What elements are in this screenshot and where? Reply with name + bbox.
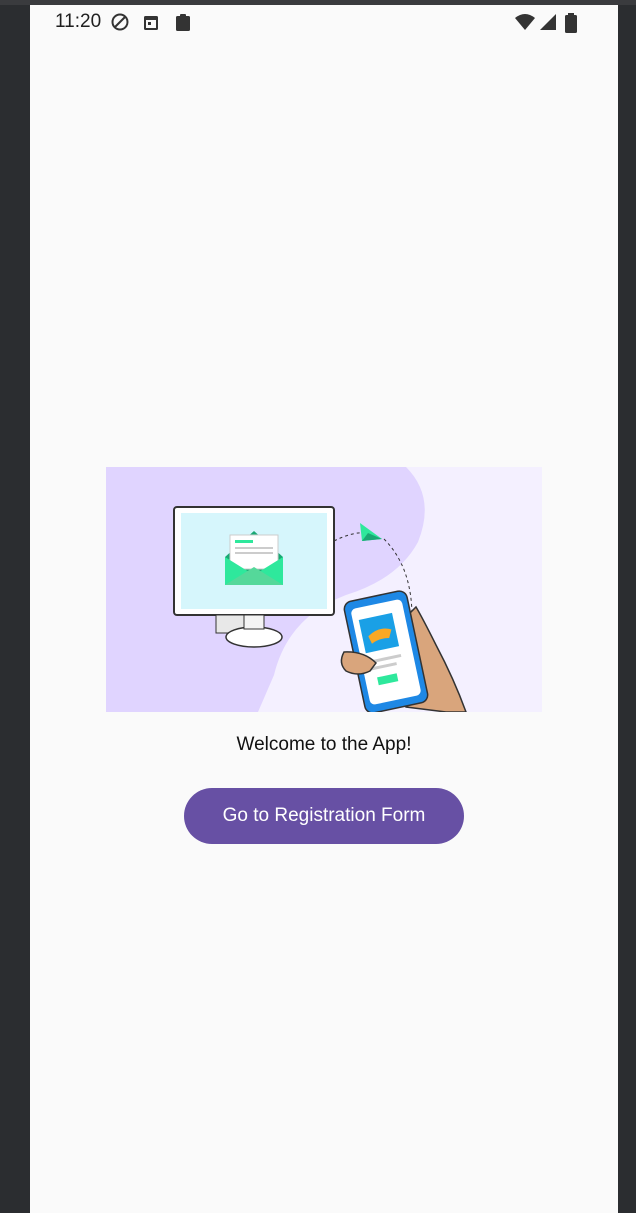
- email-to-phone-illustration: [106, 467, 542, 712]
- calendar-icon: [144, 16, 158, 30]
- welcome-text: Welcome to the App!: [236, 734, 412, 755]
- wifi-icon: [515, 14, 535, 30]
- phone-screen: 11:20 Welcome to the App! Go to Registra…: [30, 5, 618, 1213]
- status-time: 11:20: [55, 11, 102, 32]
- cellular-signal-icon: [540, 14, 556, 30]
- go-to-registration-form-button[interactable]: Go to Registration Form: [184, 788, 464, 844]
- battery-icon: [565, 13, 577, 33]
- status-bar: 11:20: [30, 5, 618, 39]
- do-not-disturb-icon: [111, 13, 129, 31]
- clipboard-icon: [176, 14, 190, 31]
